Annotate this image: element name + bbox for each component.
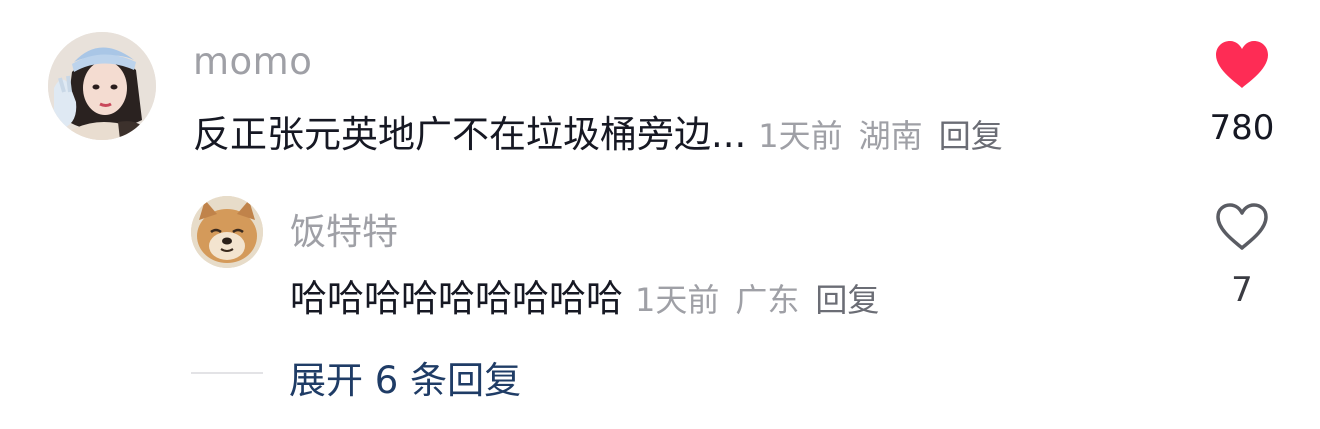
reply-username[interactable]: 饭特特 <box>290 203 398 255</box>
reply-content: 哈哈哈哈哈哈哈哈哈 1天前 广东 回复 <box>290 268 879 322</box>
reply-like-button[interactable] <box>1214 202 1270 252</box>
expand-replies-button[interactable]: 展开 6 条回复 <box>289 350 521 404</box>
like-button[interactable] <box>1214 40 1270 90</box>
reply-like-count: 7 <box>1231 270 1253 310</box>
reply-time: 1天前 <box>635 281 720 319</box>
expand-divider <box>191 372 263 374</box>
heart-filled-icon <box>1216 41 1268 88</box>
comment-username[interactable]: momo <box>193 40 312 83</box>
reply-avatar[interactable] <box>191 196 263 268</box>
heart-outline-icon <box>1216 203 1268 250</box>
avatar-shiba-icon <box>191 196 263 268</box>
like-count: 780 <box>1209 108 1275 148</box>
avatar-girl-icon <box>48 32 156 140</box>
reply-text[interactable]: 哈哈哈哈哈哈哈哈哈 <box>290 268 623 322</box>
comment-text[interactable]: 反正张元英地广不在垃圾桶旁边... <box>193 104 746 158</box>
reply-reply-button[interactable]: 回复 <box>815 275 879 321</box>
comment-time: 1天前 <box>758 117 843 155</box>
reply-button[interactable]: 回复 <box>939 111 1003 157</box>
comment-location: 湖南 <box>858 117 923 155</box>
avatar[interactable] <box>48 32 156 140</box>
reply-location: 广东 <box>735 281 800 319</box>
comment-content: 反正张元英地广不在垃圾桶旁边... 1天前 湖南 回复 <box>193 104 1003 158</box>
